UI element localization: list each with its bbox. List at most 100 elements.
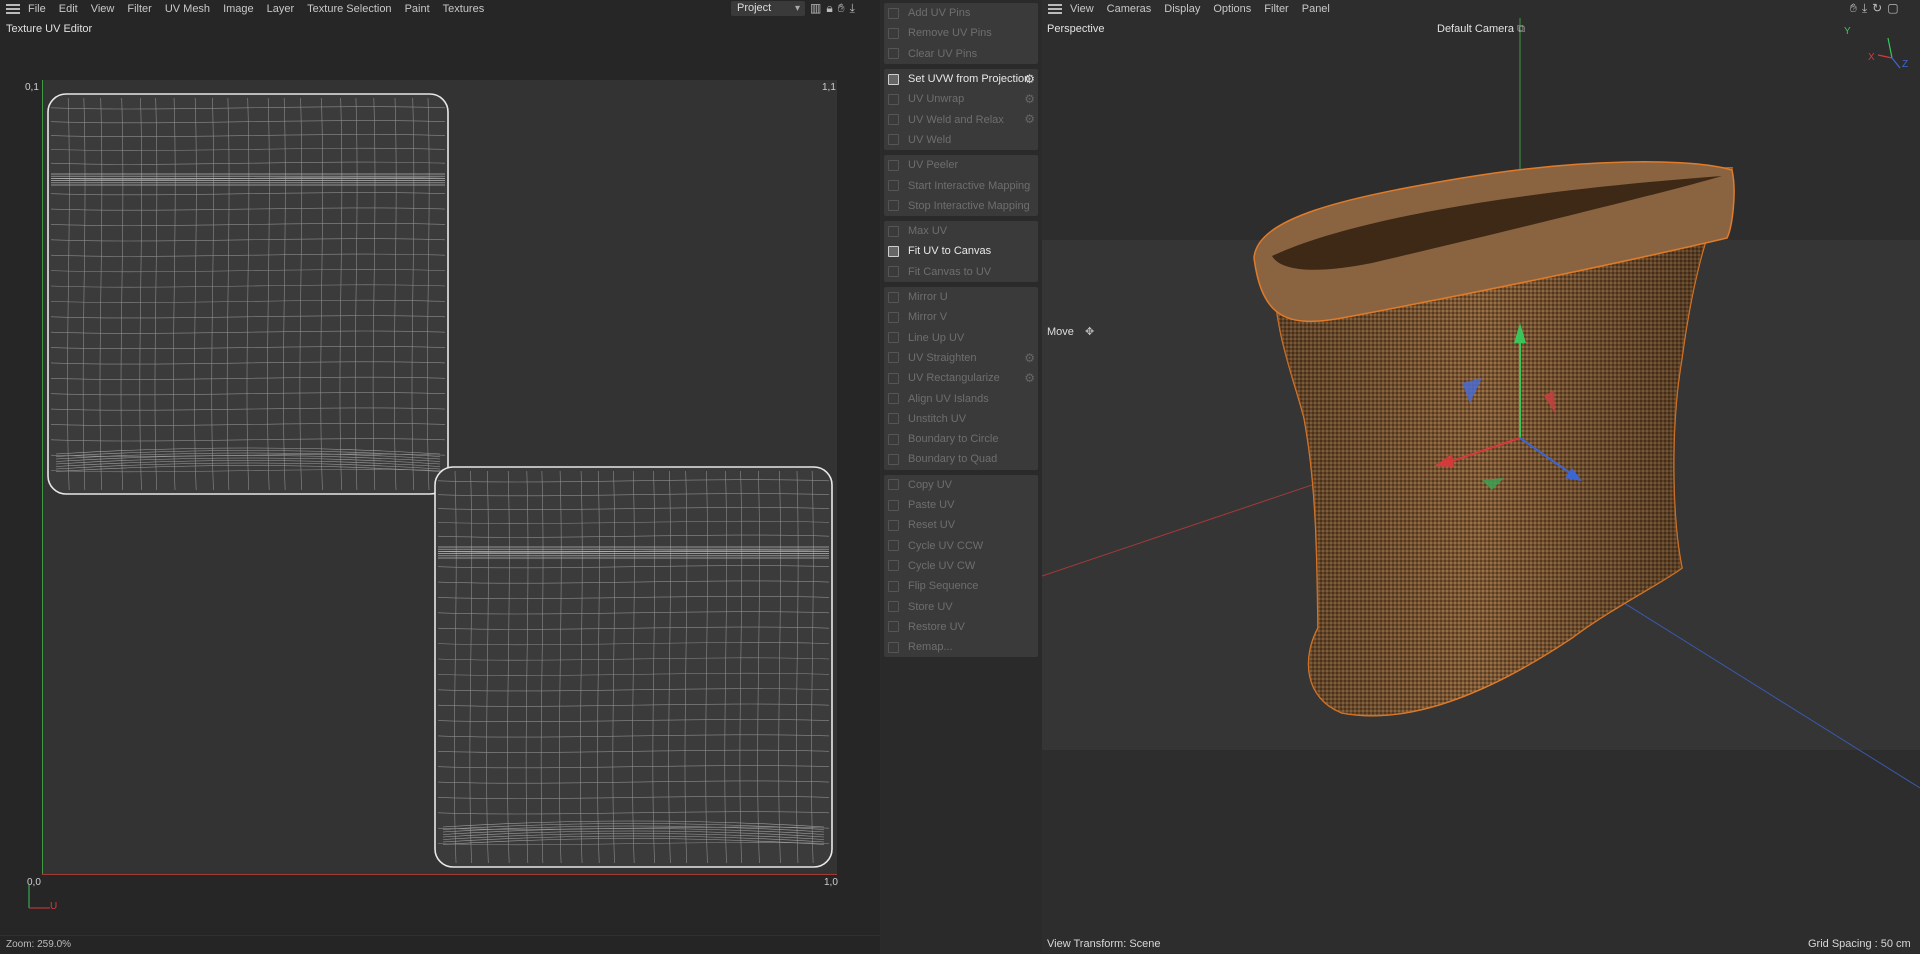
command-stop-interactive-mapping[interactable]: Stop Interactive Mapping [884, 196, 1038, 216]
command-restore-uv[interactable]: Restore UV [884, 617, 1038, 637]
command-start-interactive-mapping[interactable]: Start Interactive Mapping [884, 175, 1038, 195]
menu-item-image[interactable]: Image [223, 3, 254, 15]
menu-item-file[interactable]: File [28, 3, 46, 15]
command-mirror-v[interactable]: Mirror V [884, 307, 1038, 327]
uv-peeler-icon [888, 159, 899, 171]
command-remap[interactable]: Remap... [884, 637, 1038, 657]
menu-item-filter[interactable]: Filter [1264, 3, 1288, 15]
command-label: Align UV Islands [908, 392, 989, 405]
command-store-uv[interactable]: Store UV [884, 596, 1038, 616]
menu-item-layer[interactable]: Layer [267, 3, 295, 15]
menu-item-paint[interactable]: Paint [405, 3, 430, 15]
command-mirror-u[interactable]: Mirror U [884, 287, 1038, 307]
orientation-axes-icon [1877, 37, 1901, 69]
gear-icon[interactable]: ⚙ [1024, 113, 1035, 125]
uv-axis-u-label: U [50, 901, 58, 912]
command-uv-straighten[interactable]: UV Straighten ⚙ [884, 348, 1038, 368]
uv-canvas[interactable] [42, 80, 837, 875]
command-max-uv[interactable]: Max UV [884, 221, 1038, 241]
menu-item-texture-selection[interactable]: Texture Selection [307, 3, 391, 15]
viewport-title: Perspective [1047, 23, 1105, 35]
command-uv-peeler[interactable]: UV Peeler [884, 155, 1038, 175]
line-up-uv-icon [888, 332, 899, 344]
gear-icon[interactable]: ⚙ [1024, 352, 1035, 364]
menu-item-display[interactable]: Display [1164, 3, 1200, 15]
histogram-icon[interactable]: ▥ [810, 1, 821, 16]
menu-item-edit[interactable]: Edit [59, 3, 78, 15]
command-uv-rectangularize[interactable]: UV Rectangularize ⚙ [884, 368, 1038, 388]
command-add-uv-pins[interactable]: Add UV Pins [884, 3, 1038, 23]
gear-icon[interactable]: ⚙ [1024, 73, 1035, 85]
rotate-icon[interactable]: ↻ [1872, 1, 1882, 16]
uv-straighten-icon [888, 352, 899, 364]
corner-label-bottom-right: 1,0 [824, 877, 838, 888]
command-label: Paste UV [908, 499, 955, 512]
menu-item-uv-mesh[interactable]: UV Mesh [165, 3, 210, 15]
menu-item-filter[interactable]: Filter [127, 3, 151, 15]
clear-uv-pins-icon [888, 48, 899, 60]
command-clear-uv-pins[interactable]: Clear UV Pins [884, 44, 1038, 64]
command-paste-uv[interactable]: Paste UV [884, 495, 1038, 515]
command-uv-weld[interactable]: UV Weld [884, 130, 1038, 150]
command-fit-uv-to-canvas[interactable]: Fit UV to Canvas [884, 241, 1038, 261]
command-label: Start Interactive Mapping [908, 179, 1031, 192]
copy-uv-icon [888, 479, 899, 491]
command-boundary-to-quad[interactable]: Boundary to Quad [884, 449, 1038, 469]
uv-weld-icon [888, 134, 899, 146]
gear-icon[interactable]: ⚙ [1024, 93, 1035, 105]
command-line-up-uv[interactable]: Line Up UV [884, 327, 1038, 347]
pan-hand-icon[interactable]: ✋︎ [838, 1, 845, 16]
command-label: UV Weld and Relax [908, 113, 1004, 126]
command-remove-uv-pins[interactable]: Remove UV Pins [884, 23, 1038, 43]
uv-editor-panel: File Edit View Filter UV Mesh Image Layer Textu… [0, 0, 880, 954]
command-uv-unwrap[interactable]: UV Unwrap ⚙ [884, 89, 1038, 109]
maximize-icon[interactable]: ▢ [1887, 1, 1898, 16]
command-cycle-uv-cw[interactable]: Cycle UV CW [884, 556, 1038, 576]
dolly-icon[interactable]: ⤓ [1862, 1, 1867, 16]
command-label: UV Peeler [908, 159, 959, 172]
store-uv-icon [888, 601, 899, 613]
command-label: Mirror V [908, 311, 948, 324]
menu-item-options[interactable]: Options [1213, 3, 1251, 15]
project-dropdown[interactable]: Project [731, 1, 805, 16]
hamburger-menu-icon[interactable] [1048, 3, 1062, 14]
stop-interactive-mapping-icon [888, 200, 899, 212]
menu-item-cameras[interactable]: Cameras [1107, 3, 1152, 15]
hamburger-menu-icon[interactable] [6, 3, 20, 14]
command-flip-sequence[interactable]: Flip Sequence [884, 576, 1038, 596]
command-set-uvw-from-projection[interactable]: Set UVW from Projection ⚙ [884, 69, 1038, 89]
command-align-uv-islands[interactable]: Align UV Islands [884, 388, 1038, 408]
palette-group: Copy UV Paste UV Reset UV Cycle UV CCW Cycle… [884, 474, 1038, 658]
max-uv-icon [888, 225, 899, 237]
command-uv-weld-and-relax[interactable]: UV Weld and Relax ⚙ [884, 109, 1038, 129]
viewport-panel: Y X Z [1042, 0, 1920, 953]
command-copy-uv[interactable]: Copy UV [884, 475, 1038, 495]
corner-label-top-right: 1,1 [822, 82, 836, 93]
view-transform-status: View Transform: Scene [1047, 938, 1161, 950]
move-down-icon[interactable]: ⤓ [850, 1, 855, 16]
menu-item-view[interactable]: View [91, 3, 115, 15]
command-cycle-uv-ccw[interactable]: Cycle UV CCW [884, 535, 1038, 555]
command-fit-canvas-to-uv[interactable]: Fit Canvas to UV [884, 262, 1038, 282]
command-label: Add UV Pins [908, 7, 971, 20]
panel-title: Texture UV Editor [6, 23, 93, 35]
pan-hand-icon[interactable]: ✋︎ [1850, 1, 1857, 16]
palette-group: Max UV Fit UV to Canvas Fit Canvas to UV [884, 221, 1038, 282]
lock-icon[interactable]: 🔒︎ [826, 1, 832, 16]
uv-menubar: File Edit View Filter UV Mesh Image Layer Textu… [0, 0, 497, 17]
camera-label[interactable]: Default Camera ⧉ [1437, 23, 1525, 36]
menu-item-panel[interactable]: Panel [1302, 3, 1330, 15]
gear-icon[interactable]: ⚙ [1024, 372, 1035, 384]
cycle-uv-cw-icon [888, 560, 899, 572]
menu-item-textures[interactable]: Textures [443, 3, 485, 15]
remove-uv-pins-icon [888, 27, 899, 39]
command-unstitch-uv[interactable]: Unstitch UV [884, 409, 1038, 429]
restore-uv-icon [888, 621, 899, 633]
menu-item-view[interactable]: View [1070, 3, 1094, 15]
command-label: Boundary to Quad [908, 453, 998, 466]
uv-island-2[interactable] [434, 466, 833, 868]
viewport-scene[interactable] [1042, 18, 1920, 935]
command-reset-uv[interactable]: Reset UV [884, 515, 1038, 535]
command-boundary-to-circle[interactable]: Boundary to Circle [884, 429, 1038, 449]
uv-island-1[interactable] [47, 93, 449, 495]
